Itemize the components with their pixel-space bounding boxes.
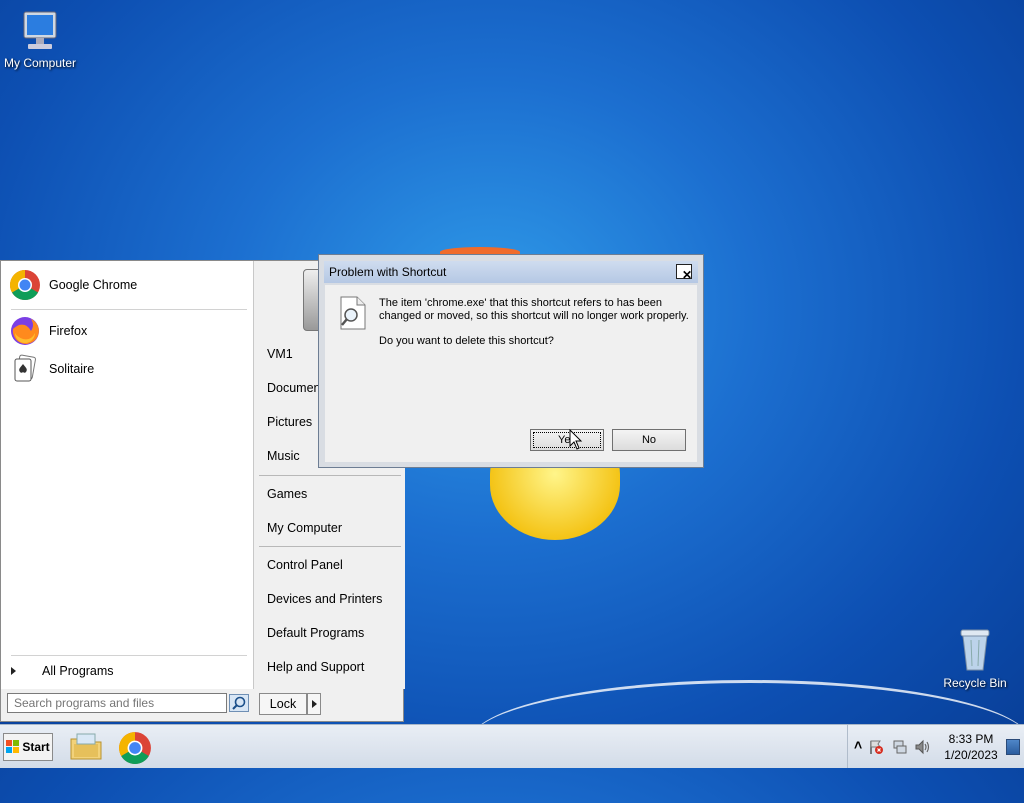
computer-icon [23,11,57,49]
taskbar-google-chrome[interactable] [118,731,152,765]
all-programs-button[interactable]: All Programs [11,664,114,678]
folder-icon [70,733,102,760]
start-link-default-programs[interactable]: Default Programs [267,626,364,640]
start-item-label: Solitaire [49,362,95,376]
windows-logo-icon [6,740,20,753]
close-icon: ✕ [682,268,693,282]
clock-date: 1/20/2023 [944,748,998,762]
start-link-control-panel[interactable]: Control Panel [267,558,343,572]
arrow-right-icon [11,667,16,675]
problem-with-shortcut-dialog: Problem with Shortcut ✕ The item 'chrome… [318,254,704,468]
start-menu-divider [11,309,247,310]
search-icon [232,696,246,710]
start-item-label: Google Chrome [49,278,138,292]
taskbar: Start ˄ 8:33 PM 1/20/2023 [0,724,1024,768]
desktop-icon-label: Recycle Bin [943,676,1007,690]
start-menu-programs-pane: Google Chrome Firefox Solitaire All Prog… [1,261,254,689]
start-item-google-chrome[interactable]: Google Chrome [9,267,245,303]
show-hidden-icons-button[interactable]: ˄ [854,737,862,753]
desktop-icon-recycle-bin[interactable]: Recycle Bin [935,624,1015,690]
start-link-pictures[interactable]: Pictures [267,415,312,429]
start-link-games[interactable]: Games [267,487,307,501]
recycle-bin-icon [960,629,990,671]
start-menu-divider [259,475,401,476]
taskbar-file-explorer[interactable] [68,731,104,763]
start-link-documents[interactable]: Documents [267,381,319,395]
dialog-title: Problem with Shortcut [329,265,447,279]
chrome-icon [9,270,40,301]
mouse-cursor-icon [569,429,583,450]
dialog-body: The item 'chrome.exe' that this shortcut… [325,285,697,462]
dialog-question: Do you want to delete this shortcut? [379,335,554,347]
desktop-icon-label: My Computer [3,56,77,70]
network-icon[interactable] [892,739,908,755]
search-button[interactable] [229,694,249,712]
start-item-label: Firefox [49,324,88,338]
chrome-icon [119,732,151,764]
all-programs-label: All Programs [42,664,114,678]
start-item-firefox[interactable]: Firefox [9,313,245,349]
dialog-title-bar[interactable]: Problem with Shortcut ✕ [324,261,698,283]
start-menu-divider [259,546,401,547]
clock-time: 8:33 PM [948,732,994,746]
arrow-right-icon [312,700,317,708]
solitaire-icon [14,354,36,382]
taskbar-clock[interactable]: 8:33 PM 1/20/2023 [936,731,1006,763]
action-center-flag-icon[interactable] [868,739,884,755]
start-label: Start [22,740,50,754]
start-search-input[interactable] [7,693,227,713]
start-link-music[interactable]: Music [267,449,300,463]
start-button[interactable]: Start [3,733,53,761]
lock-button[interactable]: Lock [259,693,307,715]
dialog-close-button[interactable]: ✕ [676,264,693,282]
dialog-message: The item 'chrome.exe' that this shortcut… [379,297,689,322]
start-link-my-computer[interactable]: My Computer [267,521,342,535]
desktop-icon-my-computer[interactable]: My Computer [0,8,80,70]
shutdown-options-button[interactable] [307,693,321,715]
firefox-icon [11,317,39,345]
start-link-help-support[interactable]: Help and Support [267,660,364,674]
start-menu-divider [11,655,247,656]
start-link-vm1[interactable]: VM1 [267,347,293,361]
system-tray: ˄ 8:33 PM 1/20/2023 [847,725,1024,768]
show-desktop-button[interactable] [1006,739,1020,755]
yes-button[interactable]: Yes [530,429,604,451]
volume-icon[interactable] [914,739,932,755]
start-link-devices-printers[interactable]: Devices and Printers [267,592,382,606]
search-document-icon [340,296,366,330]
start-item-solitaire[interactable]: Solitaire [9,351,245,387]
no-button[interactable]: No [612,429,686,451]
